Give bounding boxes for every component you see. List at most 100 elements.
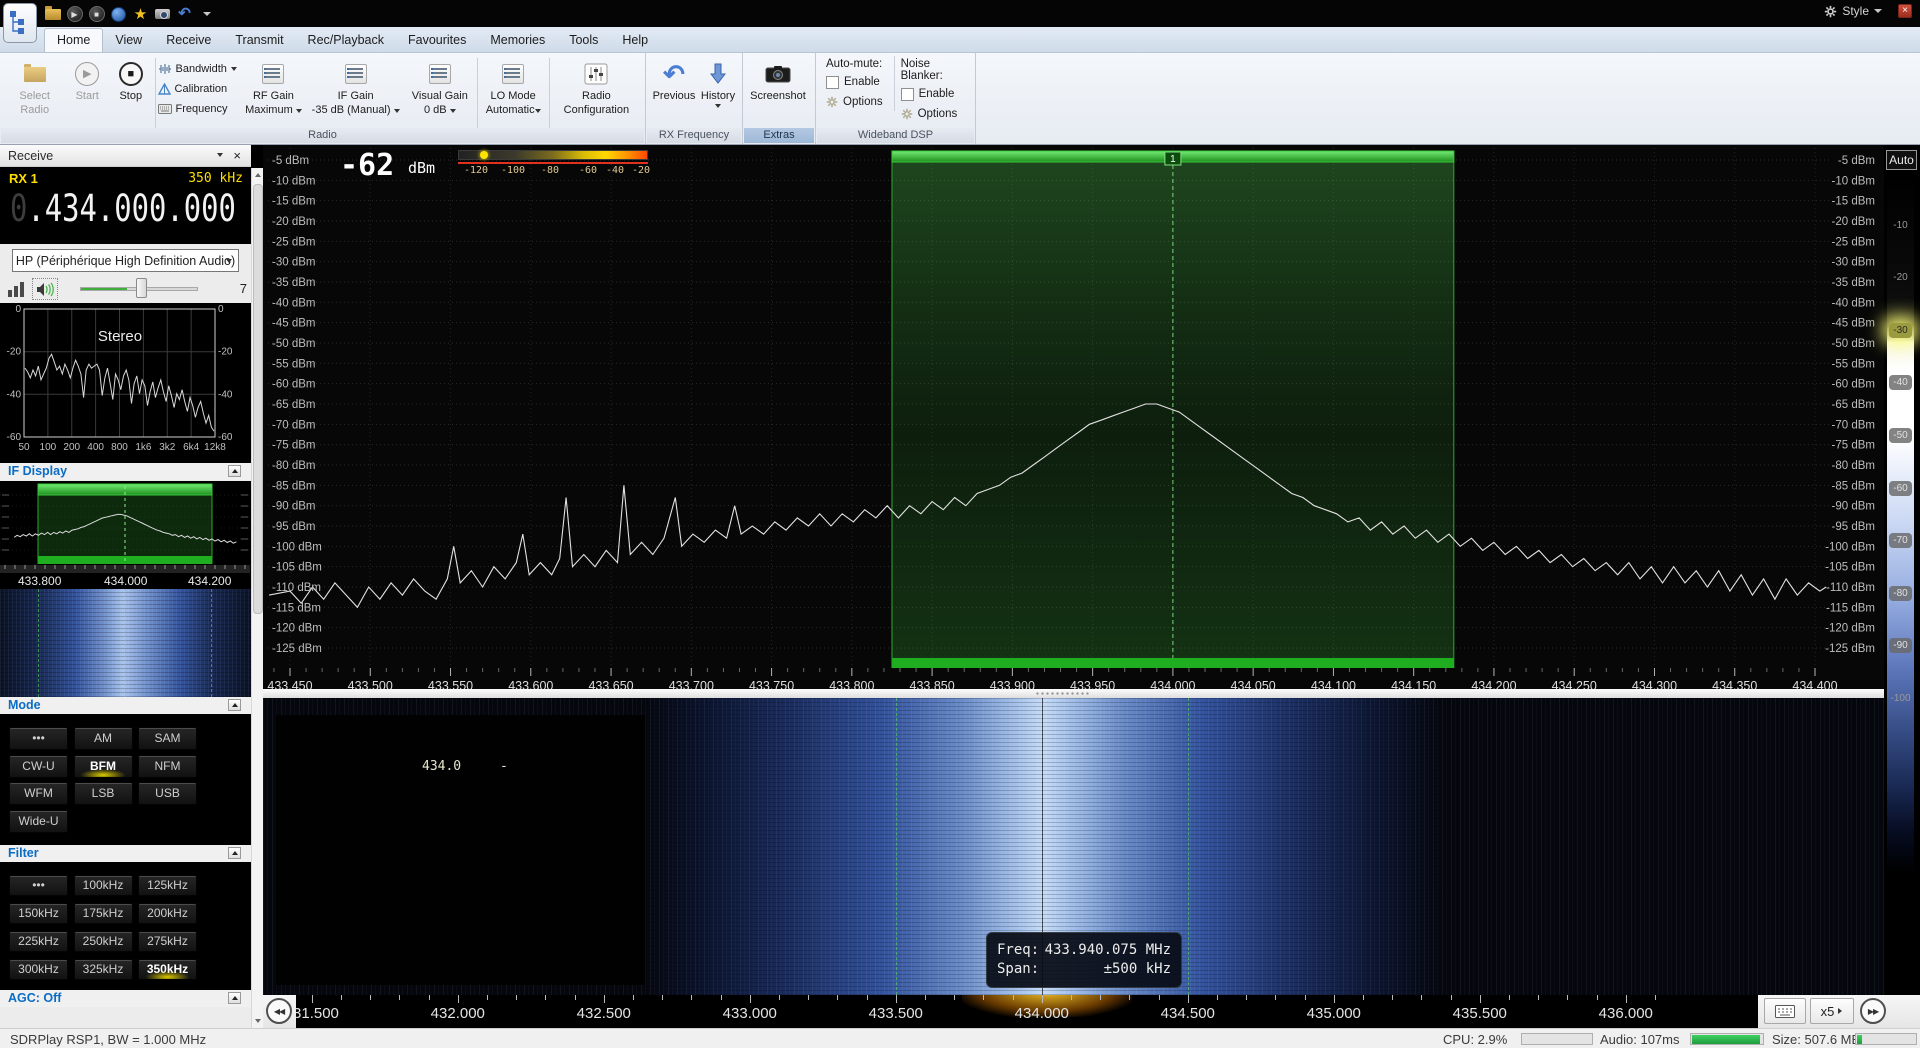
palette-level--100[interactable]: -100 <box>1889 691 1912 706</box>
rf-gain-button[interactable]: RF GainMaximum <box>241 56 306 116</box>
collapse-icon[interactable] <box>228 699 241 711</box>
customize-toolbar-icon[interactable] <box>198 6 215 23</box>
calibration-button[interactable]: Calibration <box>158 80 241 97</box>
auto-range-button[interactable]: Auto <box>1886 150 1917 170</box>
scrollbar-thumb[interactable] <box>253 184 263 614</box>
shift-left-button[interactable]: ◀◀ <box>266 998 292 1024</box>
palette-level--10[interactable]: -10 <box>1889 218 1912 233</box>
filter-button-[interactable]: ••• <box>9 875 68 896</box>
select-radio-button[interactable]: SelectRadio <box>4 56 65 116</box>
camera-icon[interactable] <box>154 6 171 23</box>
undo-icon[interactable]: ↶ <box>176 6 193 23</box>
palette-level--30[interactable]: -30 <box>1889 323 1912 338</box>
pane-splitter[interactable] <box>263 689 1884 698</box>
panel-close-icon[interactable]: × <box>233 148 241 163</box>
filter-button-325kHz[interactable]: 325kHz <box>74 959 133 980</box>
style-menu[interactable]: Style <box>1842 4 1869 18</box>
filter-button-150kHz[interactable]: 150kHz <box>9 903 68 924</box>
lo-mode-button[interactable]: LO ModeAutomatic <box>479 56 546 116</box>
keyboard-entry-button[interactable] <box>1764 998 1806 1024</box>
rx-frequency-display[interactable]: RX 1 350 kHz 0.434.000.000 <box>0 167 251 244</box>
collapse-icon[interactable] <box>228 992 241 1004</box>
visual-gain-button[interactable]: Visual Gain0 dB <box>405 56 474 116</box>
mode-button-USB[interactable]: USB <box>138 782 197 805</box>
checkbox-icon[interactable] <box>901 88 914 101</box>
mute-speaker-button[interactable] <box>32 278 58 300</box>
rf-spectrum-display[interactable]: 1433.450433.500433.550433.600433.650433.… <box>263 145 1884 695</box>
filter-button-250kHz[interactable]: 250kHz <box>74 931 133 952</box>
tab-view[interactable]: View <box>103 29 154 52</box>
palette-level--80[interactable]: -80 <box>1889 586 1912 601</box>
tab-recplayback[interactable]: Rec/Playback <box>296 29 396 52</box>
favourite-star-icon[interactable]: ★ <box>132 6 149 23</box>
noise-blanker-enable-checkbox[interactable]: Enable <box>901 85 965 103</box>
frequency-readout[interactable]: 0.434.000.000 <box>10 187 236 230</box>
audio-device-select[interactable]: HP (Périphérique High Definition Audio) <box>12 249 239 272</box>
waterfall-frequency-scale[interactable]: 431.500432.000432.500433.000433.500434.0… <box>263 995 1884 1028</box>
app-icon[interactable] <box>3 3 37 43</box>
audio-spectrum-panel[interactable]: 00-20-20-40-40-60-60501002004008001k63k2… <box>0 303 251 463</box>
palette-level--50[interactable]: -50 <box>1889 428 1912 443</box>
filter-button-125kHz[interactable]: 125kHz <box>138 875 197 896</box>
filter-button-225kHz[interactable]: 225kHz <box>9 931 68 952</box>
mode-button-LSB[interactable]: LSB <box>74 782 133 805</box>
filter-button-275kHz[interactable]: 275kHz <box>138 931 197 952</box>
filter-button-200kHz[interactable]: 200kHz <box>138 903 197 924</box>
if-gain-button[interactable]: IF Gain-35 dB (Manual) <box>306 56 405 116</box>
screenshot-button[interactable]: Screenshot <box>747 56 809 102</box>
if-spectrum-panel[interactable] <box>0 481 251 573</box>
bandwidth-button[interactable]: Bandwidth <box>158 60 241 77</box>
tab-favourites[interactable]: Favourites <box>396 29 478 52</box>
filter-button-175kHz[interactable]: 175kHz <box>74 903 133 924</box>
previous-button[interactable]: ↶ Previous <box>650 56 698 102</box>
mode-button-AM[interactable]: AM <box>74 727 133 750</box>
stop-button[interactable]: ■ Stop <box>109 56 153 102</box>
mode-button-[interactable]: ••• <box>9 727 68 750</box>
mode-button-NFM[interactable]: NFM <box>138 755 197 778</box>
mode-button-SAM[interactable]: SAM <box>138 727 197 750</box>
zoom-factor-button[interactable]: x5 <box>1810 998 1854 1024</box>
gear-icon[interactable] <box>1824 5 1837 18</box>
record-icon[interactable] <box>110 6 127 23</box>
palette-slider[interactable] <box>1887 174 1914 995</box>
volume-slider-handle[interactable] <box>136 278 147 298</box>
tab-home[interactable]: Home <box>44 28 103 52</box>
stop-icon[interactable]: ■ <box>88 6 105 23</box>
panel-scrollbar[interactable] <box>251 168 263 1028</box>
style-caret-icon[interactable] <box>1874 9 1882 13</box>
close-icon[interactable]: × <box>1898 4 1912 18</box>
collapse-icon[interactable] <box>228 465 241 477</box>
auto-mute-options-button[interactable]: Options <box>826 93 888 111</box>
splitter-grip-icon[interactable] <box>1035 691 1091 696</box>
panel-menu-icon[interactable] <box>217 153 223 157</box>
mode-button-WideU[interactable]: Wide-U <box>9 810 68 833</box>
filter-button-350kHz[interactable]: 350kHz <box>138 959 197 980</box>
shift-right-button[interactable]: ▶▶ <box>1860 998 1886 1024</box>
palette-level--90[interactable]: -90 <box>1889 638 1912 653</box>
tab-transmit[interactable]: Transmit <box>223 29 295 52</box>
open-folder-icon[interactable] <box>44 6 61 23</box>
filter-button-300kHz[interactable]: 300kHz <box>9 959 68 980</box>
tab-help[interactable]: Help <box>610 29 660 52</box>
start-button[interactable]: ▶ Start <box>65 56 109 102</box>
mode-button-WFM[interactable]: WFM <box>9 782 68 805</box>
palette-level--20[interactable]: -20 <box>1889 270 1912 285</box>
radio-configuration-button[interactable]: RadioConfiguration <box>552 56 641 116</box>
mode-button-CWU[interactable]: CW-U <box>9 755 68 778</box>
tab-tools[interactable]: Tools <box>557 29 610 52</box>
history-button[interactable]: History <box>698 56 738 108</box>
filter-button-100kHz[interactable]: 100kHz <box>74 875 133 896</box>
palette-level--70[interactable]: -70 <box>1889 533 1912 548</box>
equalizer-icon[interactable] <box>8 281 24 297</box>
tab-receive[interactable]: Receive <box>154 29 223 52</box>
palette-level--40[interactable]: -40 <box>1889 375 1912 390</box>
frequency-button[interactable]: Frequency <box>158 100 241 117</box>
checkbox-icon[interactable] <box>826 76 839 89</box>
mode-button-BFM[interactable]: BFM <box>74 755 133 778</box>
palette-level--60[interactable]: -60 <box>1889 481 1912 496</box>
waterfall-display[interactable]: 434.0 - Freq:433.940.075 MHz Span:±500 k… <box>263 698 1884 995</box>
auto-mute-enable-checkbox[interactable]: Enable <box>826 73 888 91</box>
play-icon[interactable]: ▶ <box>66 6 83 23</box>
collapse-icon[interactable] <box>228 847 241 859</box>
tab-memories[interactable]: Memories <box>478 29 557 52</box>
